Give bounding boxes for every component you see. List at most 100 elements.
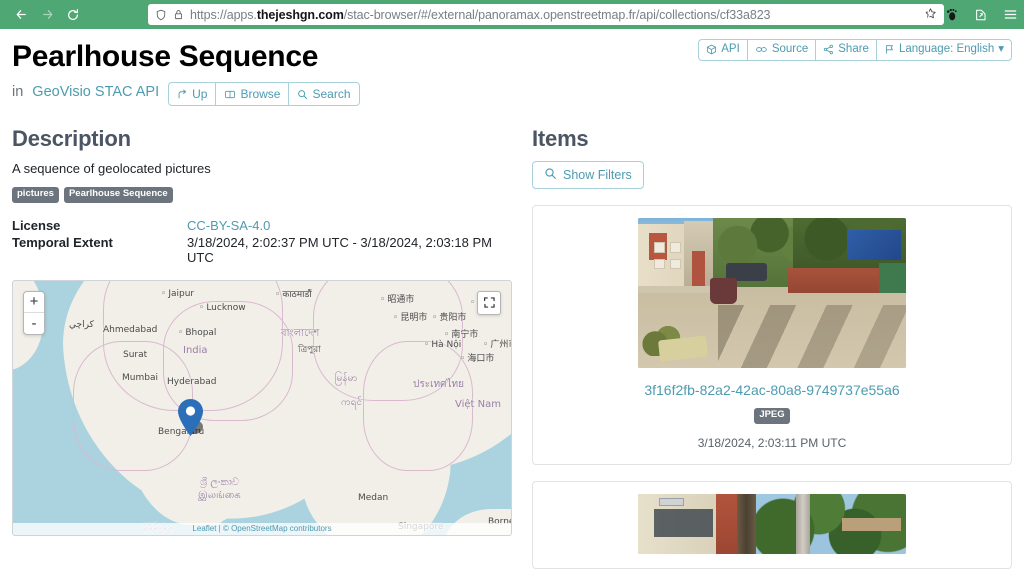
browse-button[interactable]: Browse	[215, 82, 289, 107]
arrow-up-turn-icon	[177, 89, 188, 100]
map-label: 广州市	[483, 337, 511, 350]
up-button[interactable]: Up	[168, 82, 216, 107]
map-label: India	[183, 344, 208, 356]
source-button[interactable]: Source	[746, 39, 816, 61]
forward-arrow-icon[interactable]	[34, 3, 60, 27]
map-label: 贵阳市	[432, 310, 466, 323]
map-label: Bhopal	[178, 328, 216, 338]
link-chain-icon	[755, 44, 768, 55]
map-label: كراچي	[69, 319, 94, 330]
location-map[interactable]: Jaipur Lucknow काठमाडौं Ahmedabad Bhopal كراچ…	[12, 279, 512, 536]
description-column: Description A sequence of geolocated pic…	[12, 126, 512, 568]
map-label: Medan	[358, 492, 389, 503]
up-button-label: Up	[192, 87, 208, 101]
share-button[interactable]: Share	[815, 39, 876, 61]
chevron-down-icon: ▾	[998, 43, 1004, 55]
map-label: ကရင်	[341, 396, 363, 408]
map-label: இலங்கை	[198, 489, 241, 501]
magnifier-icon	[297, 89, 308, 100]
building-and-trees-photo	[638, 493, 906, 554]
source-button-label: Source	[771, 43, 809, 55]
item-id-link[interactable]: 3f16f2fb-82a2-42ac-80a8-9749737e55a6	[547, 382, 997, 398]
cube-icon	[706, 44, 717, 55]
map-label: 昭通市	[380, 292, 414, 305]
map-label: Jaipur	[161, 289, 194, 299]
item-date: 3/18/2024, 2:03:11 PM UTC	[697, 435, 847, 450]
browser-toolbar: https://apps.thejeshgn.com/stac-browser/…	[0, 0, 1024, 29]
map-zoom-controls[interactable]: + -	[23, 290, 45, 335]
map-label: ত্রিপুরা	[298, 344, 321, 355]
map-label: Surat	[123, 349, 148, 360]
language-button[interactable]: Language: English ▾	[875, 39, 1012, 61]
reload-icon[interactable]	[60, 3, 86, 27]
api-button-label: API	[721, 43, 740, 55]
title-block: Pearlhouse Sequence in GeoVisio STAC API…	[12, 39, 360, 107]
item-thumbnail[interactable]	[638, 218, 906, 369]
breadcrumb-catalog-link[interactable]: GeoVisio STAC API	[32, 84, 159, 100]
pocket-save-icon[interactable]	[886, 7, 902, 23]
magnifier-icon	[544, 167, 557, 183]
street-scene-photo	[638, 218, 906, 369]
back-arrow-icon[interactable]	[8, 3, 34, 27]
map-label: 海口市	[460, 351, 494, 364]
items-heading: Items	[532, 126, 589, 152]
license-value-link[interactable]: CC-BY-SA-4.0	[187, 218, 270, 233]
temporal-extent-label: Temporal Extent	[12, 234, 113, 250]
page-title: Pearlhouse Sequence	[12, 40, 319, 73]
account-circle-icon[interactable]	[915, 7, 931, 23]
tag-badge[interactable]: Pearlhouse Sequence	[63, 187, 173, 203]
hamburger-menu-icon[interactable]	[1002, 7, 1018, 23]
show-filters-button[interactable]: Show Filters	[532, 161, 644, 190]
description-text: A sequence of geolocated pictures	[12, 161, 211, 177]
map-label: বাংলাদেশ	[281, 327, 320, 339]
share-nodes-icon	[823, 44, 834, 55]
map-label: Việt Nam	[455, 398, 502, 410]
breadcrumb-prefix: in	[12, 84, 24, 101]
search-button[interactable]: Search	[288, 82, 360, 107]
metadata-table: License CC-BY-SA-4.0 Temporal Extent 3/1…	[12, 217, 512, 266]
map-attribution: Leaflet | © OpenStreetMap contributors	[13, 522, 511, 535]
map-label: ශ්‍රී ලංකාව	[200, 476, 240, 488]
table-row: Temporal Extent 3/18/2024, 2:02:37 PM UT…	[12, 234, 512, 266]
extension-icon[interactable]	[973, 7, 989, 23]
map-label: Lucknow	[199, 303, 245, 313]
lock-icon[interactable]	[173, 9, 184, 20]
flag-icon	[884, 44, 895, 55]
zoom-out-button[interactable]: -	[24, 313, 44, 334]
breadcrumb: in GeoVisio STAC API Up Browse Search	[12, 78, 360, 107]
nav-button-group: Up Browse Search	[168, 82, 360, 107]
address-bar[interactable]: https://apps.thejeshgn.com/stac-browser/…	[148, 4, 944, 25]
item-thumbnail[interactable]	[638, 493, 906, 554]
location-pin-marker[interactable]	[177, 398, 204, 437]
tag-badge[interactable]: pictures	[12, 187, 59, 203]
page-content: Pearlhouse Sequence in GeoVisio STAC API…	[0, 29, 1024, 569]
license-label: License	[12, 217, 61, 233]
item-card[interactable]: 3f16f2fb-82a2-42ac-80a8-9749737e55a6 JPE…	[532, 205, 1012, 465]
browser-toolbar-icons	[886, 0, 1018, 29]
show-filters-label: Show Filters	[563, 168, 632, 183]
api-button[interactable]: API	[698, 39, 747, 61]
language-button-label: Language: English	[898, 43, 995, 55]
item-card[interactable]	[532, 480, 1012, 569]
search-button-label: Search	[312, 87, 351, 101]
page-actions: API Source Share Language: English ▾	[698, 39, 1012, 61]
map-label: Ahmedabad	[103, 324, 158, 335]
map-label: 南宁市	[444, 327, 478, 340]
share-button-label: Share	[838, 43, 869, 55]
fullscreen-expand-icon[interactable]	[477, 290, 501, 315]
map-label: ประเทศไทย	[413, 378, 464, 390]
zoom-in-button[interactable]: +	[24, 292, 44, 313]
tracking-protection-shield-icon[interactable]	[155, 9, 167, 21]
tag-list: pictures Pearlhouse Sequence	[12, 187, 512, 203]
items-column: Items Show Filters 3f16f2fb-82a2-42ac-80…	[532, 126, 1012, 569]
map-label: Hà Nội	[424, 340, 461, 350]
page-header: Pearlhouse Sequence in GeoVisio STAC API…	[12, 39, 1012, 107]
browse-button-label: Browse	[240, 87, 281, 101]
book-open-icon	[224, 89, 236, 100]
content-columns: Description A sequence of geolocated pic…	[12, 126, 1012, 569]
map-label: Hyderabad	[167, 376, 217, 387]
map-border	[73, 340, 193, 471]
map-label: 昆明市	[393, 310, 427, 323]
table-row: License CC-BY-SA-4.0	[12, 217, 512, 234]
gnome-footprint-icon[interactable]	[944, 7, 960, 23]
